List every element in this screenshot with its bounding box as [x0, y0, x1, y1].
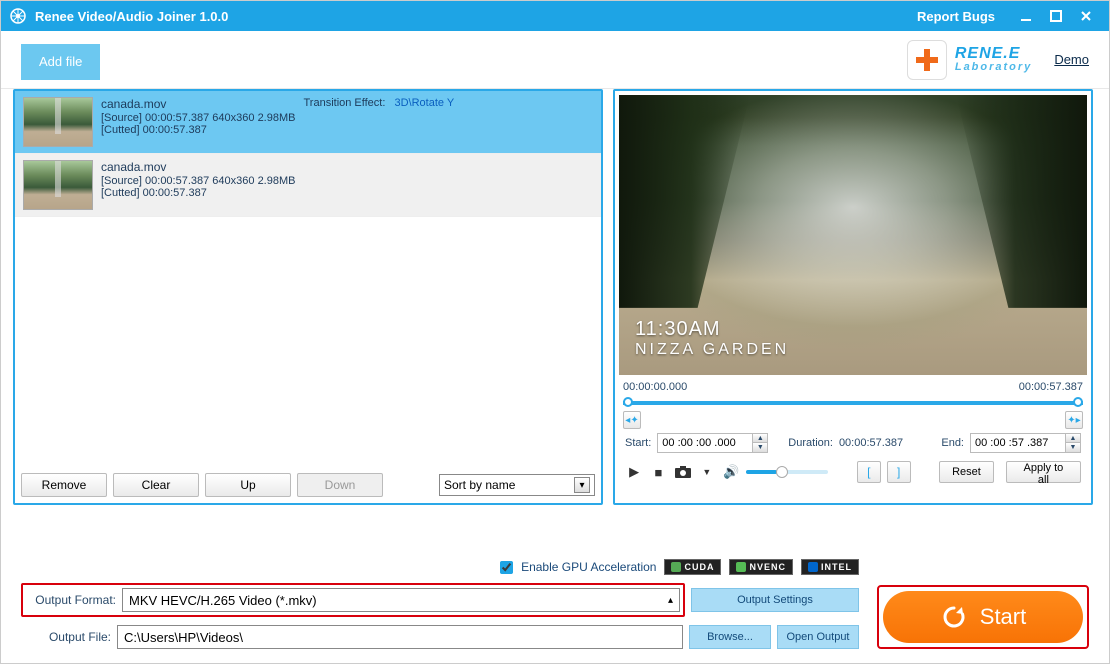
gpu-label: Enable GPU Acceleration [521, 560, 656, 574]
video-preview[interactable]: 11:30AM NIZZA GARDEN [619, 95, 1087, 375]
file-name: canada.mov [101, 160, 295, 174]
transition-effect: Transition Effect: 3D\Rotate Y [303, 97, 454, 147]
snapshot-button[interactable] [674, 462, 692, 482]
clear-button[interactable]: Clear [113, 473, 199, 497]
output-format-highlight: Output Format: MKV HEVC/H.265 Video (*.m… [21, 583, 685, 617]
start-highlight: Start [877, 585, 1089, 649]
brand-text: RENE.E Laboratory [955, 46, 1032, 73]
output-format-value: MKV HEVC/H.265 Video (*.mkv) [129, 593, 317, 608]
file-cutted: [Cutted] 00:00:57.387 [101, 187, 295, 199]
chevron-up-icon: ▴ [668, 595, 673, 606]
seek-slider[interactable] [623, 395, 1083, 409]
report-bugs-link[interactable]: Report Bugs [917, 9, 995, 24]
app-logo-icon [9, 7, 27, 25]
toolbar: Add file RENE.E Laboratory Demo [1, 31, 1109, 89]
output-format-dropdown[interactable]: MKV HEVC/H.265 Video (*.mkv) ▴ [122, 588, 680, 612]
list-actions-row: Remove Clear Up Down Sort by name ▾ [15, 467, 601, 503]
end-time-field[interactable] [971, 434, 1065, 452]
sort-label: Sort by name [444, 478, 515, 492]
move-up-button[interactable]: Up [205, 473, 291, 497]
browse-button[interactable]: Browse... [689, 625, 771, 649]
bracket-out-button[interactable]: ] [887, 461, 911, 483]
close-button[interactable] [1071, 6, 1101, 26]
volume-slider[interactable] [746, 470, 828, 474]
gpu-checkbox[interactable] [500, 561, 513, 574]
end-spinner[interactable]: ▲▼ [1065, 434, 1080, 452]
start-time-field[interactable] [658, 434, 752, 452]
duration-label: Duration: [788, 437, 833, 449]
reset-button[interactable]: Reset [939, 461, 994, 483]
demo-link[interactable]: Demo [1054, 52, 1089, 67]
preview-overlay-text: 11:30AM NIZZA GARDEN [635, 318, 789, 359]
refresh-icon [940, 603, 968, 631]
open-output-button[interactable]: Open Output [777, 625, 859, 649]
file-item[interactable]: canada.mov [Source] 00:00:57.387 640x360… [15, 91, 601, 154]
move-down-button: Down [297, 473, 383, 497]
apply-all-button[interactable]: Apply to all [1006, 461, 1081, 483]
transition-value[interactable]: 3D\Rotate Y [394, 97, 454, 109]
file-name: canada.mov [101, 97, 295, 111]
start-label: Start: [625, 437, 651, 449]
app-window: Renee Video/Audio Joiner 1.0.0 Report Bu… [0, 0, 1110, 664]
file-thumbnail [23, 160, 93, 210]
sort-dropdown[interactable]: Sort by name ▾ [439, 474, 595, 496]
file-list: canada.mov [Source] 00:00:57.387 640x360… [15, 91, 601, 467]
maximize-button[interactable] [1041, 6, 1071, 26]
output-file-label: Output File: [21, 630, 111, 644]
time-row: 00:00:00.000 00:00:57.387 [615, 379, 1091, 395]
start-label: Start [980, 604, 1026, 630]
file-source: [Source] 00:00:57.387 640x360 2.98MB [101, 112, 295, 124]
play-button[interactable]: ▶ [625, 462, 643, 482]
bracket-in-button[interactable]: [ [857, 461, 881, 483]
start-spinner[interactable]: ▲▼ [752, 434, 767, 452]
output-settings-column: Enable GPU Acceleration CUDA NVENC INTEL… [21, 559, 859, 649]
nvenc-badge: NVENC [729, 559, 793, 575]
cuda-badge: CUDA [664, 559, 721, 575]
preview-panel: 11:30AM NIZZA GARDEN 00:00:00.000 00:00:… [613, 89, 1093, 505]
chevron-down-icon: ▾ [574, 477, 590, 493]
start-button[interactable]: Start [883, 591, 1083, 643]
file-source: [Source] 00:00:57.387 640x360 2.98MB [101, 175, 295, 187]
file-list-panel: canada.mov [Source] 00:00:57.387 640x360… [13, 89, 603, 505]
output-file-input[interactable] [117, 625, 683, 649]
time-current: 00:00:00.000 [623, 381, 687, 393]
start-time-input[interactable]: ▲▼ [657, 433, 768, 453]
file-info: canada.mov [Source] 00:00:57.387 640x360… [101, 160, 295, 210]
remove-button[interactable]: Remove [21, 473, 107, 497]
range-row: Start: ▲▼ Duration: 00:00:57.387 End: ▲▼ [615, 429, 1091, 457]
file-info: canada.mov [Source] 00:00:57.387 640x360… [101, 97, 295, 147]
marker-row: ◂✦ ✦▸ [615, 411, 1091, 429]
titlebar: Renee Video/Audio Joiner 1.0.0 Report Bu… [1, 1, 1109, 31]
stop-button[interactable]: ■ [649, 462, 667, 482]
output-settings-button[interactable]: Output Settings [691, 588, 859, 612]
file-thumbnail [23, 97, 93, 147]
end-label: End: [941, 437, 964, 449]
duration-value: 00:00:57.387 [839, 437, 903, 449]
minimize-button[interactable] [1011, 6, 1041, 26]
intel-badge: INTEL [801, 559, 859, 575]
mark-out-button[interactable]: ✦▸ [1065, 411, 1083, 429]
output-file-row: Output File: Browse... Open Output [21, 625, 859, 649]
add-file-button[interactable]: Add file [21, 44, 100, 80]
main-row: canada.mov [Source] 00:00:57.387 640x360… [1, 89, 1109, 551]
gpu-row: Enable GPU Acceleration CUDA NVENC INTEL [21, 559, 859, 575]
file-item[interactable]: canada.mov [Source] 00:00:57.387 640x360… [15, 154, 601, 217]
controls-row: ▶ ■ ▼ 🔊 [ ] Reset Apply to all [615, 457, 1091, 487]
end-time-input[interactable]: ▲▼ [970, 433, 1081, 453]
output-format-row: Output Format: MKV HEVC/H.265 Video (*.m… [21, 583, 859, 617]
time-total: 00:00:57.387 [1019, 381, 1083, 393]
brand-cross-icon [907, 40, 947, 80]
window-title: Renee Video/Audio Joiner 1.0.0 [35, 9, 917, 24]
mark-in-button[interactable]: ◂✦ [623, 411, 641, 429]
brand-logo: RENE.E Laboratory [907, 40, 1032, 80]
volume-icon[interactable]: 🔊 [722, 462, 740, 482]
file-cutted: [Cutted] 00:00:57.387 [101, 124, 295, 136]
output-format-label: Output Format: [26, 593, 116, 607]
snapshot-dropdown-icon[interactable]: ▼ [698, 462, 716, 482]
bottom-area: Enable GPU Acceleration CUDA NVENC INTEL… [1, 551, 1109, 663]
